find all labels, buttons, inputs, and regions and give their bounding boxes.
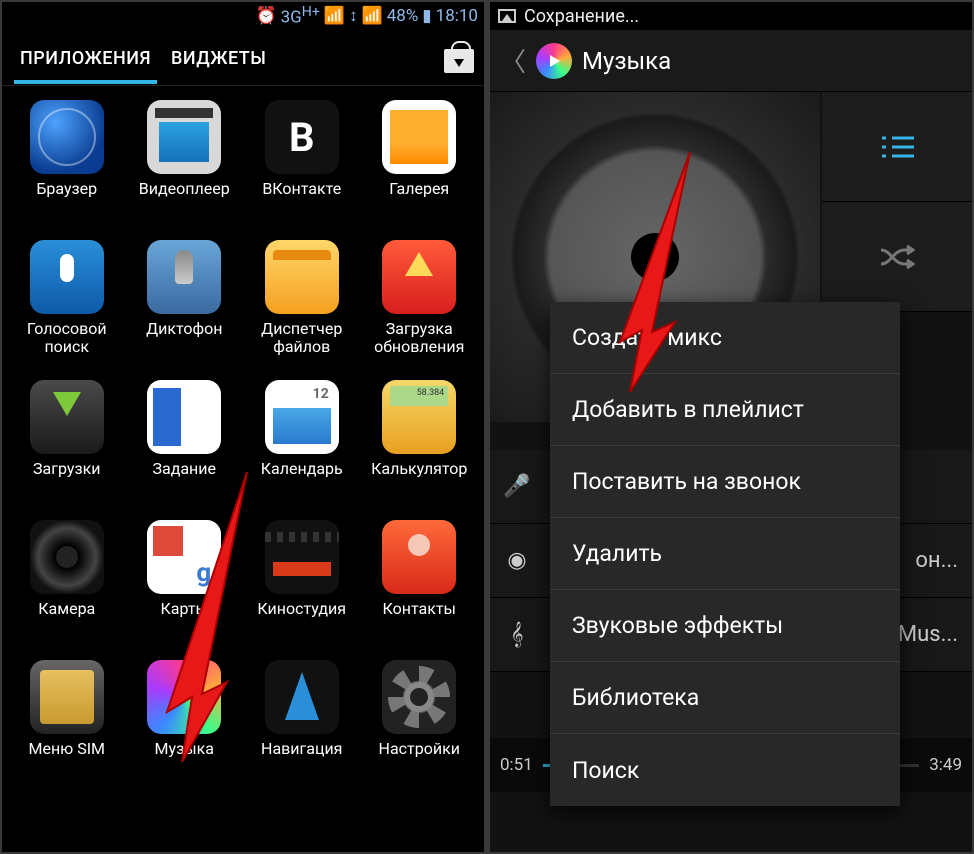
app-voice-search[interactable]: Голосовой поиск	[8, 240, 126, 376]
music-body: 🎤 ◉ он... 𝄞 Mus... Создать микс Добавить…	[490, 92, 972, 852]
treble-clef-icon: 𝄞	[504, 622, 530, 647]
calendar-icon	[265, 380, 339, 454]
maps-icon	[147, 520, 221, 594]
app-downloads[interactable]: Загрузки	[8, 380, 126, 516]
app-vkontakte[interactable]: BВКонтакте	[243, 100, 361, 236]
app-maps[interactable]: Карты	[126, 520, 244, 656]
tab-widgets[interactable]: ВИДЖЕТЫ	[161, 32, 276, 83]
navigation-icon	[265, 660, 339, 734]
app-browser[interactable]: Браузер	[8, 100, 126, 236]
app-navigation[interactable]: Навигация	[243, 660, 361, 796]
battery-icon: ▮	[422, 6, 431, 26]
total-time: 3:49	[919, 755, 972, 775]
alarm-icon: ⏰	[255, 6, 276, 26]
signal-icon-2: 📶	[362, 6, 383, 26]
menu-delete[interactable]: Удалить	[550, 518, 900, 590]
page-title: Музыка	[582, 47, 671, 75]
app-camera[interactable]: Камера	[8, 520, 126, 656]
voice-search-icon	[30, 240, 104, 314]
gallery-icon	[382, 100, 456, 174]
signal-icon-1: 📶	[324, 6, 345, 26]
tasks-icon	[147, 380, 221, 454]
phone-app-drawer: ⏰ 3GH+ 📶 ↕ 📶 48% ▮ 18:10 ПРИЛОЖЕНИЯ ВИДЖ…	[2, 2, 484, 852]
update-icon	[382, 240, 456, 314]
status-text: Сохранение...	[524, 6, 639, 27]
browser-icon	[30, 100, 104, 174]
music-header: 〈 Музыка	[490, 30, 972, 92]
settings-icon	[382, 660, 456, 734]
disc-icon: ◉	[504, 548, 530, 573]
menu-sound-effects[interactable]: Звуковые эффекты	[550, 590, 900, 662]
row-trailing-text: Mus...	[898, 622, 958, 647]
tab-apps[interactable]: ПРИЛОЖЕНИЯ	[10, 32, 161, 83]
back-icon[interactable]: 〈	[500, 42, 526, 79]
app-music[interactable]: Музыка	[126, 660, 244, 796]
music-app-icon	[536, 43, 572, 79]
app-contacts[interactable]: Контакты	[361, 520, 479, 656]
app-movie-studio[interactable]: Киностудия	[243, 520, 361, 656]
app-videoplayer[interactable]: Видеоплеер	[126, 100, 244, 236]
menu-add-to-playlist[interactable]: Добавить в плейлист	[550, 374, 900, 446]
list-icon	[880, 134, 914, 160]
app-sim-menu[interactable]: Меню SIM	[8, 660, 126, 796]
side-buttons	[822, 92, 972, 312]
phone-music-app: Сохранение... 〈 Музыка 🎤 ◉ он... 𝄞	[490, 2, 972, 852]
music-icon	[147, 660, 221, 734]
recorder-icon	[147, 240, 221, 314]
status-bar: ⏰ 3GH+ 📶 ↕ 📶 48% ▮ 18:10	[2, 2, 484, 30]
camera-icon	[30, 520, 104, 594]
contacts-icon	[382, 520, 456, 594]
menu-library[interactable]: Библиотека	[550, 662, 900, 734]
app-gallery[interactable]: Галерея	[361, 100, 479, 236]
downloads-icon	[30, 380, 104, 454]
menu-create-mix[interactable]: Создать микс	[550, 302, 900, 374]
app-recorder[interactable]: Диктофон	[126, 240, 244, 376]
apps-grid: Браузер Видеоплеер BВКонтакте Галерея Го…	[2, 86, 484, 852]
app-tasks[interactable]: Задание	[126, 380, 244, 516]
calculator-icon	[382, 380, 456, 454]
video-icon	[147, 100, 221, 174]
folder-icon	[265, 240, 339, 314]
clock: 18:10	[436, 6, 478, 26]
tab-bar: ПРИЛОЖЕНИЯ ВИДЖЕТЫ	[2, 30, 484, 86]
context-menu: Создать микс Добавить в плейлист Постави…	[550, 302, 900, 806]
mic-icon: 🎤	[504, 474, 530, 499]
network-label: 3GH+	[281, 4, 320, 28]
elapsed-time: 0:51	[490, 755, 543, 775]
sim-icon	[30, 660, 104, 734]
play-store-icon[interactable]	[442, 43, 476, 73]
queue-button[interactable]	[822, 92, 972, 202]
app-file-manager[interactable]: Диспетчер файлов	[243, 240, 361, 376]
app-update[interactable]: Загрузка обновления	[361, 240, 479, 376]
row-trailing-text: он...	[915, 548, 958, 573]
movie-icon	[265, 520, 339, 594]
app-calendar[interactable]: Календарь	[243, 380, 361, 516]
sync-icon: ↕	[349, 6, 358, 26]
vk-icon: B	[265, 100, 339, 174]
battery-percent: 48%	[387, 6, 419, 26]
menu-set-as-ringtone[interactable]: Поставить на звонок	[550, 446, 900, 518]
app-calculator[interactable]: Калькулятор	[361, 380, 479, 516]
menu-search[interactable]: Поиск	[550, 734, 900, 806]
shuffle-button[interactable]	[822, 202, 972, 312]
status-bar: Сохранение...	[490, 2, 972, 30]
screenshot-icon	[498, 9, 516, 23]
shuffle-icon	[879, 244, 915, 270]
app-settings[interactable]: Настройки	[361, 660, 479, 796]
